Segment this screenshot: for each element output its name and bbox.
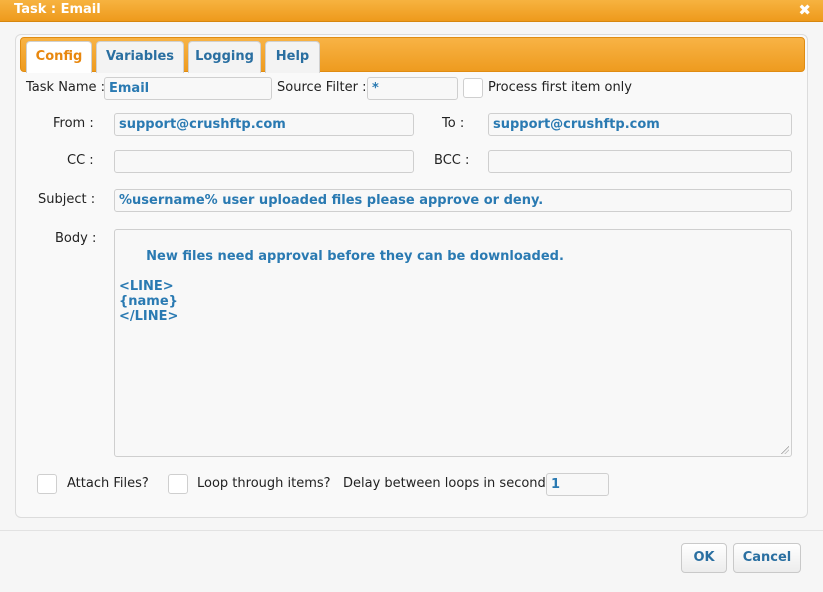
cc-input[interactable] <box>114 150 414 173</box>
close-icon[interactable]: ✖ <box>798 1 811 19</box>
source-filter-label: Source Filter : <box>277 80 367 95</box>
source-filter-input[interactable]: * <box>367 77 458 100</box>
resize-grip-icon[interactable] <box>781 446 789 454</box>
delay-input[interactable]: 1 <box>546 473 609 496</box>
dialog-body: Config Variables Logging Help Task Name … <box>0 22 823 592</box>
ok-button[interactable]: OK <box>681 543 727 573</box>
bcc-input[interactable] <box>488 150 792 173</box>
subject-label: Subject : <box>38 192 96 207</box>
delay-label: Delay between loops in seconds : <box>343 476 562 491</box>
process-first-label: Process first item only <box>488 80 632 95</box>
task-name-input[interactable]: Email <box>104 77 272 100</box>
footer-divider <box>0 530 823 531</box>
to-label: To : <box>442 116 465 131</box>
attach-files-checkbox[interactable] <box>37 474 57 494</box>
cc-label: CC : <box>67 153 94 168</box>
body-text: New files need approval before they can … <box>119 249 564 324</box>
tab-config[interactable]: Config <box>26 41 92 73</box>
body-textarea[interactable]: New files need approval before they can … <box>114 229 792 457</box>
task-name-label: Task Name : <box>26 80 106 95</box>
tab-logging[interactable]: Logging <box>188 41 261 73</box>
to-input[interactable]: support@crushftp.com <box>488 113 792 136</box>
title-bar: Task : Email ✖ <box>0 0 823 22</box>
cancel-button[interactable]: Cancel <box>733 543 801 573</box>
process-first-checkbox[interactable] <box>463 78 483 98</box>
tab-help[interactable]: Help <box>265 41 320 73</box>
tab-variables[interactable]: Variables <box>96 41 184 73</box>
config-panel: Config Variables Logging Help Task Name … <box>15 34 808 518</box>
bcc-label: BCC : <box>434 153 470 168</box>
from-input[interactable]: support@crushftp.com <box>114 113 414 136</box>
loop-items-checkbox[interactable] <box>168 474 188 494</box>
loop-items-label: Loop through items? <box>197 476 331 491</box>
from-label: From : <box>53 116 94 131</box>
body-label: Body : <box>55 231 97 246</box>
attach-files-label: Attach Files? <box>67 476 149 491</box>
subject-input[interactable]: %username% user uploaded files please ap… <box>114 189 792 212</box>
tab-bar: Config Variables Logging Help <box>20 37 805 73</box>
window-title: Task : Email <box>14 2 101 17</box>
